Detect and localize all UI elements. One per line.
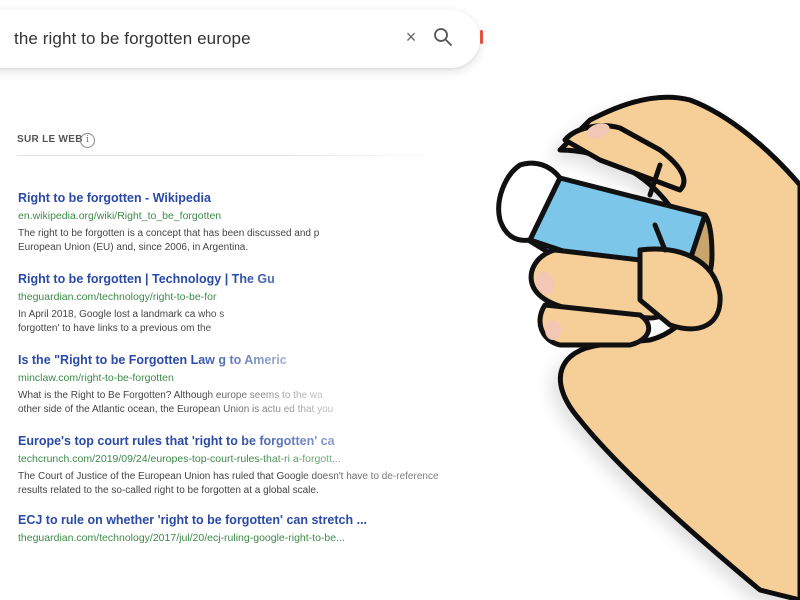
hand-holding-eraser-icon [496,94,800,600]
